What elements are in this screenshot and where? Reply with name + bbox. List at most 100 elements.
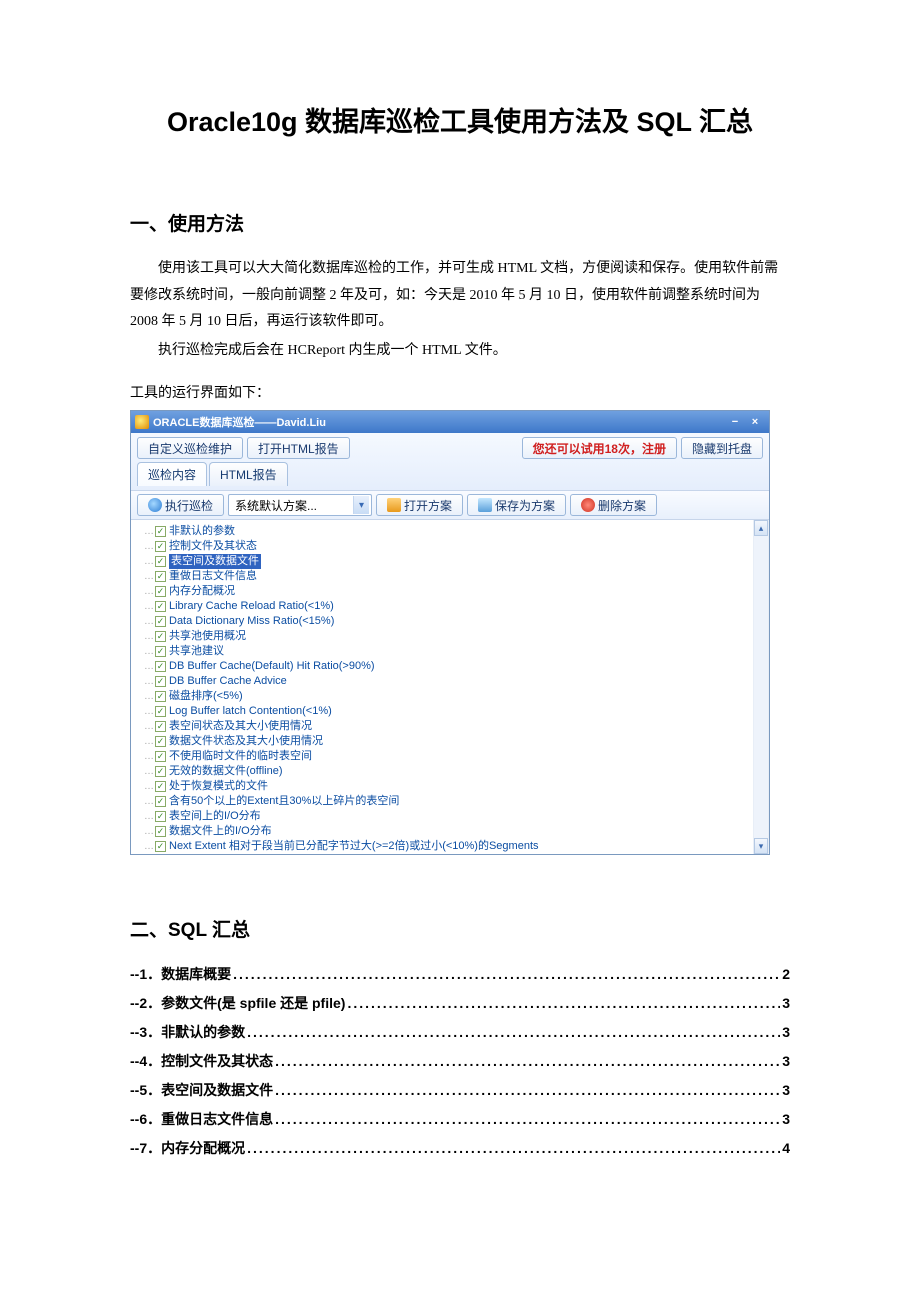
tree-branch-icon: … <box>141 824 155 839</box>
tree-branch-icon: … <box>141 764 155 779</box>
checkbox-icon[interactable]: ✓ <box>155 841 166 852</box>
tab-html-report[interactable]: HTML报告 <box>209 462 288 486</box>
tree-item[interactable]: …✓共享池使用概况 <box>141 629 751 644</box>
toc-row[interactable]: --3．非默认的参数3 <box>130 1022 790 1042</box>
tree-item-label: 共享池使用概况 <box>169 629 246 644</box>
checkbox-icon[interactable]: ✓ <box>155 706 166 717</box>
close-button[interactable]: × <box>745 416 765 428</box>
checkbox-icon[interactable]: ✓ <box>155 691 166 702</box>
tree-view[interactable]: …✓非默认的参数…✓控制文件及其状态…✓表空间及数据文件…✓重做日志文件信息…✓… <box>131 520 753 854</box>
tree-item[interactable]: …✓内存分配概况 <box>141 584 751 599</box>
tree-item-label: 控制文件及其状态 <box>169 539 257 554</box>
tree-item[interactable]: …✓控制文件及其状态 <box>141 539 751 554</box>
toc-row[interactable]: --1．数据库概要2 <box>130 964 790 984</box>
hide-tray-button[interactable]: 隐藏到托盘 <box>681 437 763 459</box>
tree-item[interactable]: …✓不使用临时文件的临时表空间 <box>141 749 751 764</box>
run-inspect-button[interactable]: 执行巡检 <box>137 494 224 516</box>
upper-toolbar: 自定义巡检维护 打开HTML报告 您还可以试用18次，注册 隐藏到托盘 巡检内容… <box>131 433 769 491</box>
tree-item-label: Library Cache Reload Ratio(<1%) <box>169 599 334 614</box>
toc-leader-dots <box>233 966 780 980</box>
tree-branch-icon: … <box>141 794 155 809</box>
scroll-down-icon[interactable]: ▾ <box>754 838 768 854</box>
tree-item[interactable]: …✓DB Buffer Cache Advice <box>141 674 751 689</box>
checkbox-icon[interactable]: ✓ <box>155 826 166 837</box>
app-icon <box>135 415 149 429</box>
tree-item[interactable]: …✓非默认的参数 <box>141 524 751 539</box>
custom-maintain-button[interactable]: 自定义巡检维护 <box>137 437 243 459</box>
tree-item[interactable]: …✓数据文件状态及其大小使用情况 <box>141 734 751 749</box>
save-plan-button[interactable]: 保存为方案 <box>467 494 566 516</box>
tree-item[interactable]: …✓无效的数据文件(offline) <box>141 764 751 779</box>
toc-row[interactable]: --7．内存分配概况4 <box>130 1138 790 1158</box>
tree-item[interactable]: …✓含有50个以上的Extent且30%以上碎片的表空间 <box>141 794 751 809</box>
checkbox-icon[interactable]: ✓ <box>155 796 166 807</box>
tree-item[interactable]: …✓表空间状态及其大小使用情况 <box>141 719 751 734</box>
tree-item-label: 数据文件状态及其大小使用情况 <box>169 734 323 749</box>
tree-branch-icon: … <box>141 734 155 749</box>
scrollbar[interactable]: ▴ ▾ <box>753 520 769 854</box>
checkbox-icon[interactable]: ✓ <box>155 526 166 537</box>
tree-item[interactable]: …✓DB Buffer Cache(Default) Hit Ratio(>90… <box>141 659 751 674</box>
checkbox-icon[interactable]: ✓ <box>155 811 166 822</box>
checkbox-icon[interactable]: ✓ <box>155 586 166 597</box>
delete-plan-button[interactable]: 删除方案 <box>570 494 657 516</box>
toc-row[interactable]: --5．表空间及数据文件3 <box>130 1080 790 1100</box>
tree-branch-icon: … <box>141 554 155 569</box>
tree-item[interactable]: …✓Log Buffer latch Contention(<1%) <box>141 704 751 719</box>
checkbox-icon[interactable]: ✓ <box>155 781 166 792</box>
scroll-up-icon[interactable]: ▴ <box>754 520 768 536</box>
open-html-report-button[interactable]: 打开HTML报告 <box>247 437 350 459</box>
toc-row[interactable]: --4．控制文件及其状态3 <box>130 1051 790 1071</box>
tree-item[interactable]: …✓表空间上的I/O分布 <box>141 809 751 824</box>
checkbox-icon[interactable]: ✓ <box>155 631 166 642</box>
toc-leader-dots <box>347 995 780 1009</box>
tree-item[interactable]: …✓磁盘排序(<5%) <box>141 689 751 704</box>
tree-item[interactable]: …✓重做日志文件信息 <box>141 569 751 584</box>
checkbox-icon[interactable]: ✓ <box>155 556 166 567</box>
open-plan-button[interactable]: 打开方案 <box>376 494 463 516</box>
toc-leader-dots <box>247 1024 780 1038</box>
toc-page-number: 3 <box>782 1053 790 1069</box>
screenshot-caption: 工具的运行界面如下： <box>130 382 790 402</box>
checkbox-icon[interactable]: ✓ <box>155 676 166 687</box>
titlebar: ORACLE数据库巡检——David.Liu − × <box>131 411 769 433</box>
checkbox-icon[interactable]: ✓ <box>155 646 166 657</box>
tree-branch-icon: … <box>141 659 155 674</box>
checkbox-icon[interactable]: ✓ <box>155 766 166 777</box>
tree-item-label: 共享池建议 <box>169 644 224 659</box>
tree-item[interactable]: …✓数据文件上的I/O分布 <box>141 824 751 839</box>
checkbox-icon[interactable]: ✓ <box>155 541 166 552</box>
scroll-track[interactable] <box>754 536 768 838</box>
plan-combo[interactable]: 系统默认方案... ▾ <box>228 494 372 516</box>
tree-item-label: 不使用临时文件的临时表空间 <box>169 749 312 764</box>
checkbox-icon[interactable]: ✓ <box>155 661 166 672</box>
checkbox-icon[interactable]: ✓ <box>155 601 166 612</box>
tree-item-label: Next Extent 相对于段当前已分配字节过大(>=2倍)或过小(<10%)… <box>169 839 539 854</box>
tree-item-label: 非默认的参数 <box>169 524 235 539</box>
checkbox-icon[interactable]: ✓ <box>155 721 166 732</box>
tree-branch-icon: … <box>141 539 155 554</box>
tree-branch-icon: … <box>141 749 155 764</box>
toc-row[interactable]: --2．参数文件(是 spfile 还是 pfile)3 <box>130 993 790 1013</box>
checkbox-icon[interactable]: ✓ <box>155 616 166 627</box>
tree-item[interactable]: …✓Data Dictionary Miss Ratio(<15%) <box>141 614 751 629</box>
checkbox-icon[interactable]: ✓ <box>155 571 166 582</box>
checkbox-icon[interactable]: ✓ <box>155 751 166 762</box>
toc-page-number: 4 <box>782 1140 790 1156</box>
tree-branch-icon: … <box>141 629 155 644</box>
tree-item-label: 表空间状态及其大小使用情况 <box>169 719 312 734</box>
tree-item[interactable]: …✓Library Cache Reload Ratio(<1%) <box>141 599 751 614</box>
tree-item[interactable]: …✓表空间及数据文件 <box>141 554 751 569</box>
toc-row[interactable]: --6．重做日志文件信息3 <box>130 1109 790 1129</box>
tab-inspect-content[interactable]: 巡检内容 <box>137 462 207 486</box>
tree-item[interactable]: …✓共享池建议 <box>141 644 751 659</box>
tree-item-label: 磁盘排序(<5%) <box>169 689 243 704</box>
minimize-button[interactable]: − <box>725 416 745 428</box>
trial-register-button[interactable]: 您还可以试用18次，注册 <box>522 437 677 459</box>
toc-leader-dots <box>275 1111 780 1125</box>
tree-item[interactable]: …✓处于恢复模式的文件 <box>141 779 751 794</box>
checkbox-icon[interactable]: ✓ <box>155 736 166 747</box>
table-of-contents: --1．数据库概要2 --2．参数文件(是 spfile 还是 pfile)3 --… <box>130 964 790 1158</box>
app-window: ORACLE数据库巡检——David.Liu − × 自定义巡检维护 打开HTM… <box>130 410 770 855</box>
tree-item[interactable]: …✓Next Extent 相对于段当前已分配字节过大(>=2倍)或过小(<10… <box>141 839 751 854</box>
